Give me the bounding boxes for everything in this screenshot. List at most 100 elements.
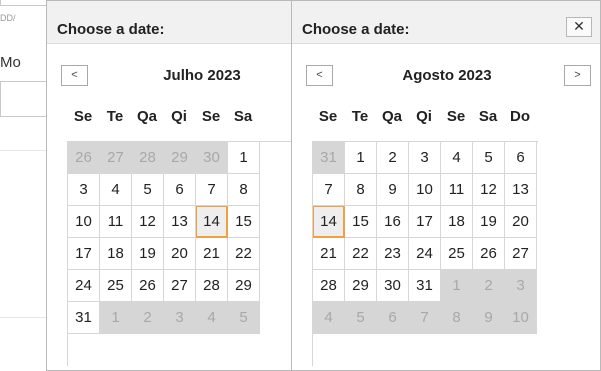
day-cell-other-month[interactable]: 6 (377, 302, 409, 334)
divider (0, 317, 46, 318)
weekday-label: Qa (136, 108, 157, 125)
day-cell[interactable]: 15 (228, 206, 260, 238)
weekday-label: Qi (171, 108, 187, 125)
datepicker-august: Choose a date: ✕ < Agosto 2023 > Se Te Qa Q… (291, 0, 601, 371)
day-cell-other-month[interactable]: 26 (68, 142, 100, 174)
day-cell[interactable]: 6 (164, 174, 196, 206)
day-cell[interactable]: 9 (377, 174, 409, 206)
day-cell[interactable]: 1 (345, 142, 377, 174)
day-cell[interactable]: 24 (68, 270, 100, 302)
day-cell[interactable]: 3 (409, 142, 441, 174)
day-cell[interactable]: 19 (473, 206, 505, 238)
day-cell[interactable]: 25 (441, 238, 473, 270)
day-cell[interactable]: 2 (377, 142, 409, 174)
day-cell[interactable]: 21 (313, 238, 345, 270)
day-cell[interactable]: 24 (409, 238, 441, 270)
day-cell[interactable]: 7 (313, 174, 345, 206)
day-cell-other-month[interactable]: 5 (345, 302, 377, 334)
day-cell-other-month[interactable]: 2 (132, 302, 164, 334)
day-cell-other-month[interactable]: 3 (505, 270, 537, 302)
day-cell[interactable]: 20 (164, 238, 196, 270)
day-cell[interactable]: 10 (68, 206, 100, 238)
day-cell-today[interactable]: 14 (196, 206, 228, 238)
close-button[interactable]: ✕ (566, 17, 592, 37)
day-cell[interactable]: 31 (409, 270, 441, 302)
day-cell[interactable]: 18 (100, 238, 132, 270)
divider (0, 150, 46, 151)
day-cell[interactable]: 7 (196, 174, 228, 206)
day-cell-other-month[interactable]: 5 (228, 302, 260, 334)
day-grid: 31 1 2 3 4 5 6 7 8 9 10 11 12 13 14 15 16 17 18 19 20 21 22 23 2… (312, 141, 538, 366)
date-format-hint: DD/ (0, 13, 16, 23)
day-cell[interactable]: 12 (132, 206, 164, 238)
day-cell-other-month[interactable]: 4 (313, 302, 345, 334)
day-grid: 26 27 28 29 30 1 3 4 5 6 7 8 10 11 12 13 14 15 17 18 19 20 21 2… (67, 141, 292, 366)
day-cell[interactable]: 29 (345, 270, 377, 302)
weekday-label: Se (73, 108, 93, 125)
day-cell[interactable]: 11 (441, 174, 473, 206)
day-cell[interactable]: 4 (100, 174, 132, 206)
day-cell[interactable]: 29 (228, 270, 260, 302)
day-cell-other-month[interactable]: 30 (196, 142, 228, 174)
day-cell[interactable]: 28 (313, 270, 345, 302)
field-label: Mo (0, 54, 21, 71)
weekday-label: Do (510, 108, 530, 125)
day-cell[interactable]: 13 (164, 206, 196, 238)
day-cell[interactable]: 23 (377, 238, 409, 270)
day-cell-other-month[interactable]: 2 (473, 270, 505, 302)
day-cell[interactable]: 26 (132, 270, 164, 302)
day-cell[interactable]: 27 (505, 238, 537, 270)
prev-month-button[interactable]: < (306, 65, 333, 86)
day-cell[interactable]: 4 (441, 142, 473, 174)
day-cell[interactable]: 22 (228, 238, 260, 270)
day-cell-other-month[interactable]: 7 (409, 302, 441, 334)
day-cell-today[interactable]: 14 (313, 206, 345, 238)
day-cell[interactable]: 28 (196, 270, 228, 302)
day-cell[interactable]: 22 (345, 238, 377, 270)
day-cell[interactable]: 10 (409, 174, 441, 206)
datepicker-title: Choose a date: (302, 21, 410, 38)
day-cell[interactable]: 1 (228, 142, 260, 174)
day-cell[interactable]: 8 (345, 174, 377, 206)
next-month-button[interactable]: > (564, 65, 591, 86)
day-cell[interactable]: 6 (505, 142, 537, 174)
day-cell-other-month[interactable]: 3 (164, 302, 196, 334)
day-cell-other-month[interactable]: 1 (100, 302, 132, 334)
day-cell[interactable]: 16 (377, 206, 409, 238)
close-icon: ✕ (573, 18, 585, 34)
day-cell-other-month[interactable]: 29 (164, 142, 196, 174)
day-cell[interactable]: 31 (68, 302, 100, 334)
day-cell[interactable]: 8 (228, 174, 260, 206)
chevron-left-icon: < (71, 69, 78, 81)
day-cell-other-month[interactable]: 31 (313, 142, 345, 174)
day-cell-other-month[interactable]: 10 (505, 302, 537, 334)
day-cell[interactable]: 30 (377, 270, 409, 302)
chevron-right-icon: > (574, 69, 581, 81)
day-cell[interactable]: 17 (68, 238, 100, 270)
day-cell-other-month[interactable]: 8 (441, 302, 473, 334)
day-cell-other-month[interactable]: 1 (441, 270, 473, 302)
day-cell[interactable]: 20 (505, 206, 537, 238)
day-cell-other-month[interactable]: 4 (196, 302, 228, 334)
day-cell[interactable]: 18 (441, 206, 473, 238)
prev-month-button[interactable]: < (61, 65, 88, 86)
day-cell[interactable]: 26 (473, 238, 505, 270)
day-cell[interactable]: 17 (409, 206, 441, 238)
weekday-label: Se (318, 108, 338, 125)
month-title: Agosto 2023 (402, 67, 492, 84)
day-cell-other-month[interactable]: 27 (100, 142, 132, 174)
day-cell[interactable]: 15 (345, 206, 377, 238)
day-cell[interactable]: 5 (473, 142, 505, 174)
day-cell[interactable]: 21 (196, 238, 228, 270)
day-cell[interactable]: 13 (505, 174, 537, 206)
day-cell[interactable]: 27 (164, 270, 196, 302)
day-cell[interactable]: 3 (68, 174, 100, 206)
day-cell[interactable]: 12 (473, 174, 505, 206)
day-cell[interactable]: 19 (132, 238, 164, 270)
day-cell[interactable]: 5 (132, 174, 164, 206)
day-cell[interactable]: 25 (100, 270, 132, 302)
weekday-label: Sa (233, 108, 253, 125)
day-cell-other-month[interactable]: 9 (473, 302, 505, 334)
day-cell-other-month[interactable]: 28 (132, 142, 164, 174)
day-cell[interactable]: 11 (100, 206, 132, 238)
